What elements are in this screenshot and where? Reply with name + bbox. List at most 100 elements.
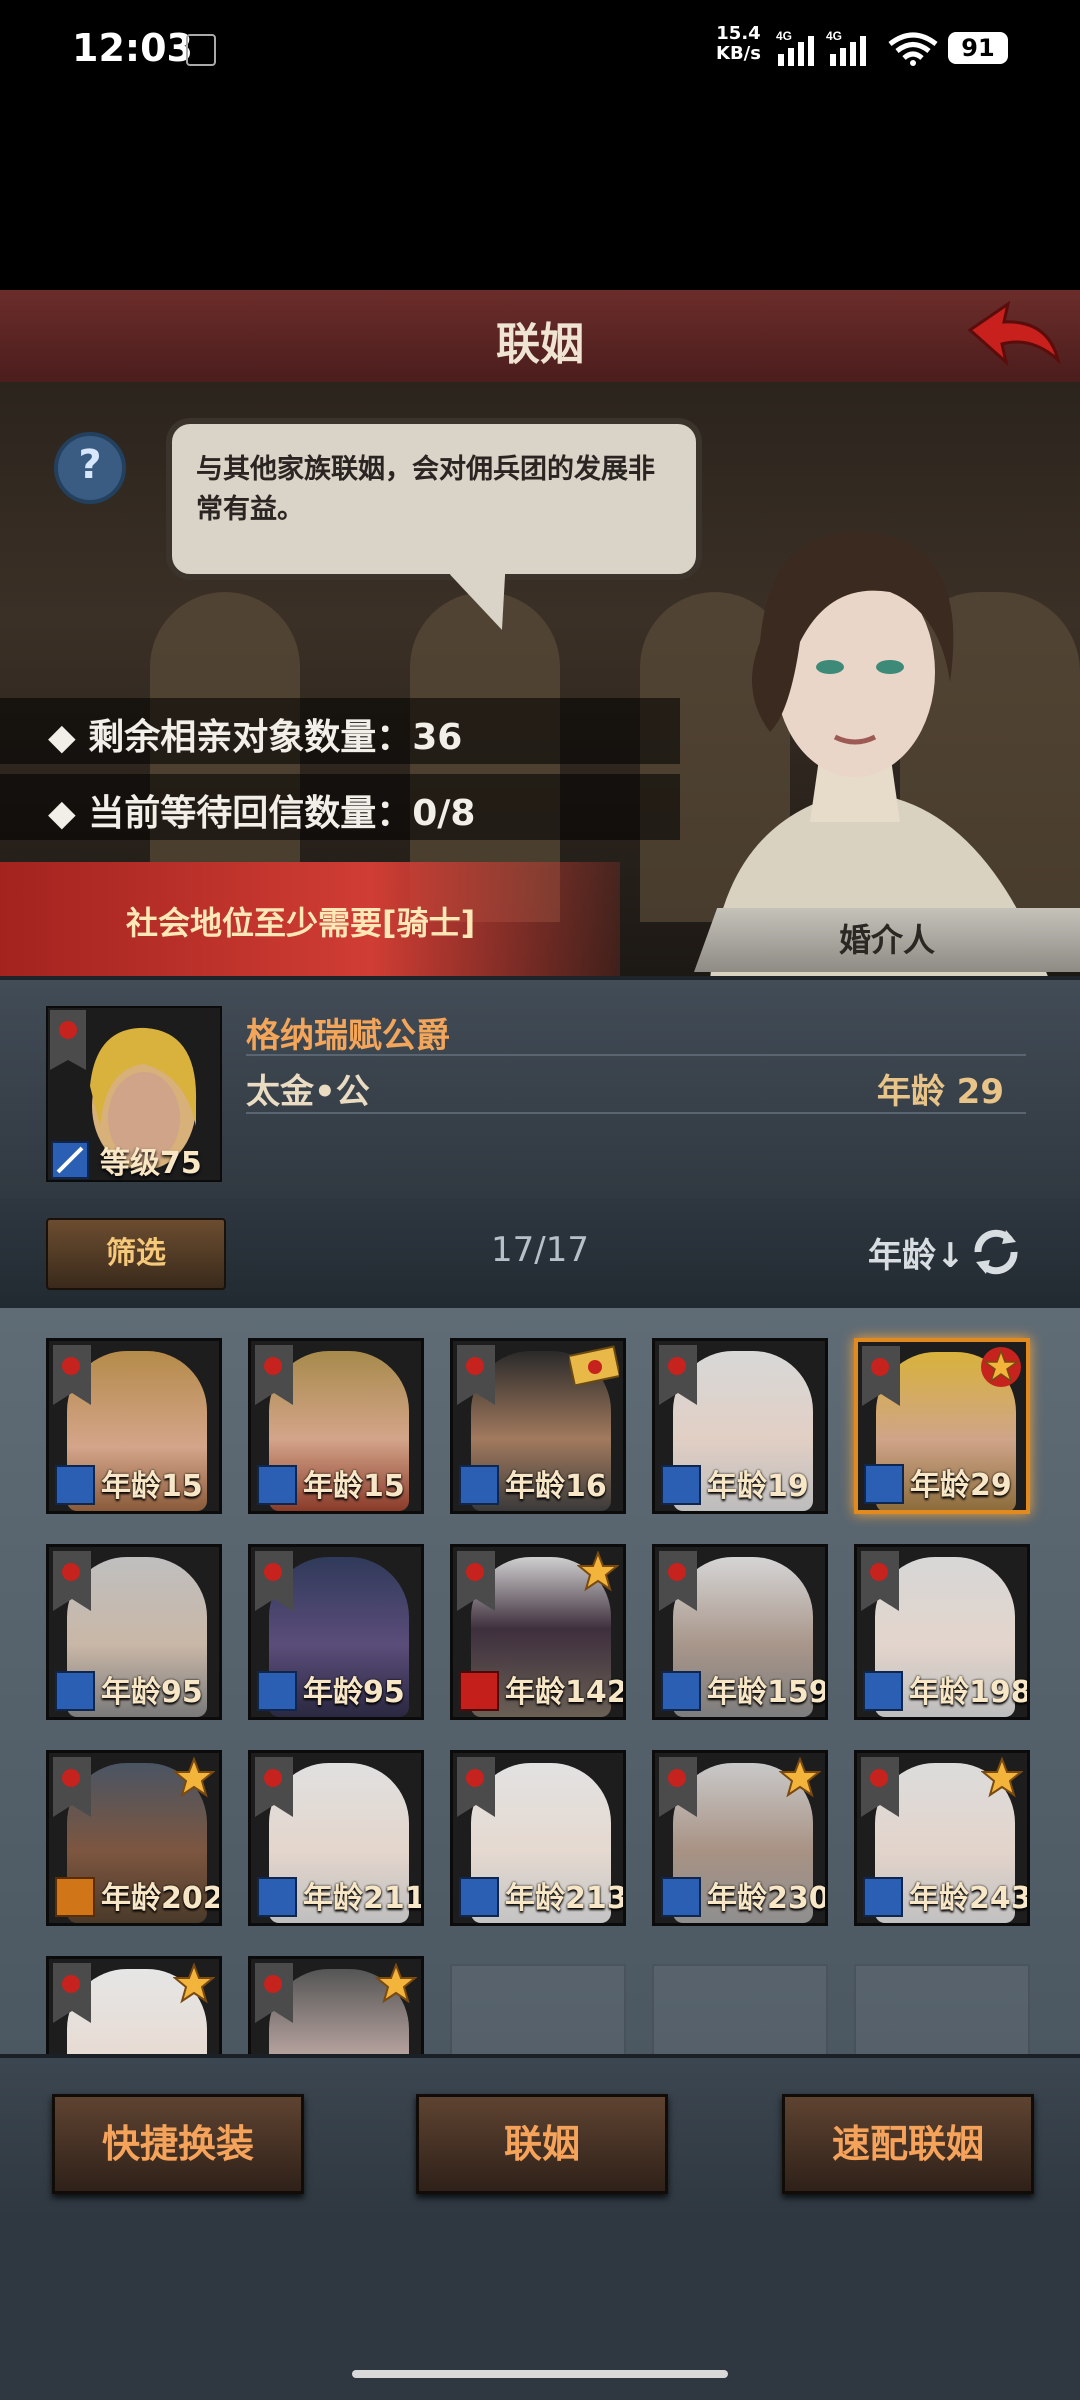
sword-class-icon bbox=[459, 1877, 499, 1917]
page-header: 联姻 bbox=[0, 290, 1080, 386]
character-age: 年龄 29 bbox=[876, 1072, 1004, 1112]
candidate-age: 年龄159 bbox=[707, 1675, 828, 1710]
candidate-card[interactable]: 年龄19 bbox=[652, 1338, 828, 1514]
divider bbox=[246, 1054, 1026, 1056]
candidate-grid: 年龄15 年龄15 年龄16 年龄19 年龄29 年龄95 年龄95 年龄142… bbox=[0, 1308, 1080, 2054]
candidate-age: 年龄15 bbox=[303, 1469, 405, 1504]
candidate-card-selected[interactable]: 年龄29 bbox=[854, 1338, 1030, 1514]
candidate-card[interactable]: 年龄95 bbox=[46, 1544, 222, 1720]
status-bar: 12:03 15.4 KB/s 4G 4G 91 bbox=[0, 0, 1080, 100]
sort-by-age-button[interactable]: 年龄↓ bbox=[868, 1228, 965, 1277]
character-house: 太金•公 bbox=[246, 1072, 370, 1112]
sword-class-icon bbox=[459, 1465, 499, 1505]
sword-class-icon bbox=[257, 1877, 297, 1917]
sword-class-icon bbox=[257, 1465, 297, 1505]
candidate-age: 年龄243 bbox=[909, 1881, 1030, 1916]
quick-equip-button[interactable]: 快捷换装 bbox=[52, 2094, 304, 2194]
candidate-card[interactable]: 年龄142 bbox=[450, 1544, 626, 1720]
candidate-card[interactable]: 年龄211 bbox=[248, 1750, 424, 1926]
shield-icon bbox=[186, 34, 216, 66]
back-arrow-icon[interactable] bbox=[962, 300, 1062, 370]
matchmaker-portrait bbox=[710, 531, 1048, 976]
network-speed-unit: KB/s bbox=[716, 43, 761, 64]
empty-slot bbox=[854, 1964, 1030, 2054]
empty-slot bbox=[652, 1964, 828, 2054]
sword-class-icon bbox=[55, 1671, 95, 1711]
candidate-age: 年龄15 bbox=[101, 1469, 203, 1504]
candidate-card[interactable]: 年龄16 bbox=[450, 1338, 626, 1514]
selected-character-panel: 等级75 格纳瑞赋公爵 太金•公 年龄 29 bbox=[0, 976, 1080, 1206]
candidate-card[interactable]: 年龄159 bbox=[652, 1544, 828, 1720]
wifi-icon bbox=[888, 32, 938, 66]
character-name: 格纳瑞赋公爵 bbox=[246, 1016, 450, 1056]
speech-bubble: 与其他家族联姻，会对佣兵团的发展非常有益。 bbox=[166, 418, 702, 580]
sword-class-icon bbox=[863, 1877, 903, 1917]
candidate-age: 年龄95 bbox=[303, 1675, 405, 1710]
candidate-card[interactable]: 年龄243 bbox=[854, 1750, 1030, 1926]
candidate-age: 年龄19 bbox=[707, 1469, 809, 1504]
page-title: 联姻 bbox=[496, 319, 584, 370]
horse-class-icon bbox=[459, 1671, 499, 1711]
candidate-card[interactable]: 年龄95 bbox=[248, 1544, 424, 1720]
empty-slot bbox=[450, 1964, 626, 2054]
requirement-banner: 社会地位至少需要[骑士] bbox=[0, 862, 620, 976]
candidate-age: 年龄142 bbox=[505, 1675, 626, 1710]
star-icon bbox=[173, 1963, 215, 2004]
sword-class-icon bbox=[661, 1465, 701, 1505]
candidate-card[interactable]: 年龄213 bbox=[450, 1750, 626, 1926]
candidate-age: 年龄16 bbox=[505, 1469, 607, 1504]
waiting-info-strip: ◆ 当前等待回信数量：0/8 bbox=[0, 774, 680, 840]
candidate-card[interactable]: 年龄198 bbox=[854, 1544, 1030, 1720]
letter-icon bbox=[569, 1345, 619, 1385]
signal-icon-2: 4G bbox=[826, 30, 866, 66]
sword-class-icon bbox=[863, 1671, 903, 1711]
network-speed-value: 15.4 bbox=[716, 23, 761, 44]
candidate-age: 年龄213 bbox=[505, 1881, 626, 1916]
help-button[interactable]: ? bbox=[54, 432, 126, 504]
sword-class-icon bbox=[55, 1465, 95, 1505]
candidate-age: 年龄202 bbox=[101, 1881, 222, 1916]
net1-label: 4G bbox=[776, 30, 792, 43]
requirement-text: 社会地位至少需要[骑士] bbox=[126, 904, 476, 942]
candidate-age: 年龄29 bbox=[910, 1468, 1012, 1503]
action-bar: 快捷换装 联姻 速配联姻 bbox=[0, 2054, 1080, 2218]
filter-row: 筛选 17/17 年龄↓ bbox=[0, 1198, 1080, 1308]
signal-icon: 4G bbox=[776, 30, 814, 66]
divider bbox=[246, 1112, 1026, 1114]
battery-indicator: 91 bbox=[948, 32, 1008, 64]
candidate-age: 年龄230 bbox=[707, 1881, 828, 1916]
matchmaker-label: 婚介人 bbox=[694, 908, 1080, 972]
remaining-info-strip: ◆ 剩余相亲对象数量：36 bbox=[0, 698, 680, 764]
horse-class-icon bbox=[55, 1877, 95, 1917]
waiting-count: ◆ 当前等待回信数量：0/8 bbox=[48, 793, 476, 834]
status-time: 12:03 bbox=[72, 26, 193, 70]
star-icon bbox=[375, 1963, 417, 2004]
sword-class-icon bbox=[661, 1671, 701, 1711]
sword-class-icon bbox=[864, 1464, 904, 1504]
star-icon bbox=[779, 1757, 821, 1798]
net2-label: 4G bbox=[826, 30, 842, 43]
matchmaker-scene: ? 与其他家族联姻，会对佣兵团的发展非常有益。 ◆ 剩余相亲对象数量：36 ◆ … bbox=[0, 382, 1080, 976]
candidate-card[interactable]: 年龄230 bbox=[652, 1750, 828, 1926]
character-level: 等级75 bbox=[100, 1146, 202, 1181]
star-badge-icon bbox=[981, 1347, 1021, 1387]
candidate-card[interactable]: 年龄15 bbox=[248, 1338, 424, 1514]
candidate-age: 年龄211 bbox=[303, 1881, 424, 1916]
star-icon bbox=[981, 1757, 1023, 1798]
refresh-icon[interactable] bbox=[966, 1222, 1026, 1282]
sword-class-icon bbox=[661, 1877, 701, 1917]
candidate-card[interactable] bbox=[46, 1956, 222, 2054]
quick-match-button[interactable]: 速配联姻 bbox=[782, 2094, 1034, 2194]
network-speed: 15.4 KB/s bbox=[716, 24, 761, 64]
candidate-card[interactable]: 年龄202 bbox=[46, 1750, 222, 1926]
remaining-count: ◆ 剩余相亲对象数量：36 bbox=[48, 717, 463, 758]
marry-button[interactable]: 联姻 bbox=[416, 2094, 668, 2194]
speech-text: 与其他家族联姻，会对佣兵团的发展非常有益。 bbox=[196, 454, 655, 525]
candidate-card[interactable] bbox=[248, 1956, 424, 2054]
star-icon bbox=[173, 1757, 215, 1798]
candidate-card[interactable]: 年龄15 bbox=[46, 1338, 222, 1514]
candidate-age: 年龄198 bbox=[909, 1675, 1030, 1710]
star-icon bbox=[577, 1551, 619, 1592]
sword-class-icon bbox=[257, 1671, 297, 1711]
home-indicator[interactable] bbox=[352, 2370, 728, 2378]
